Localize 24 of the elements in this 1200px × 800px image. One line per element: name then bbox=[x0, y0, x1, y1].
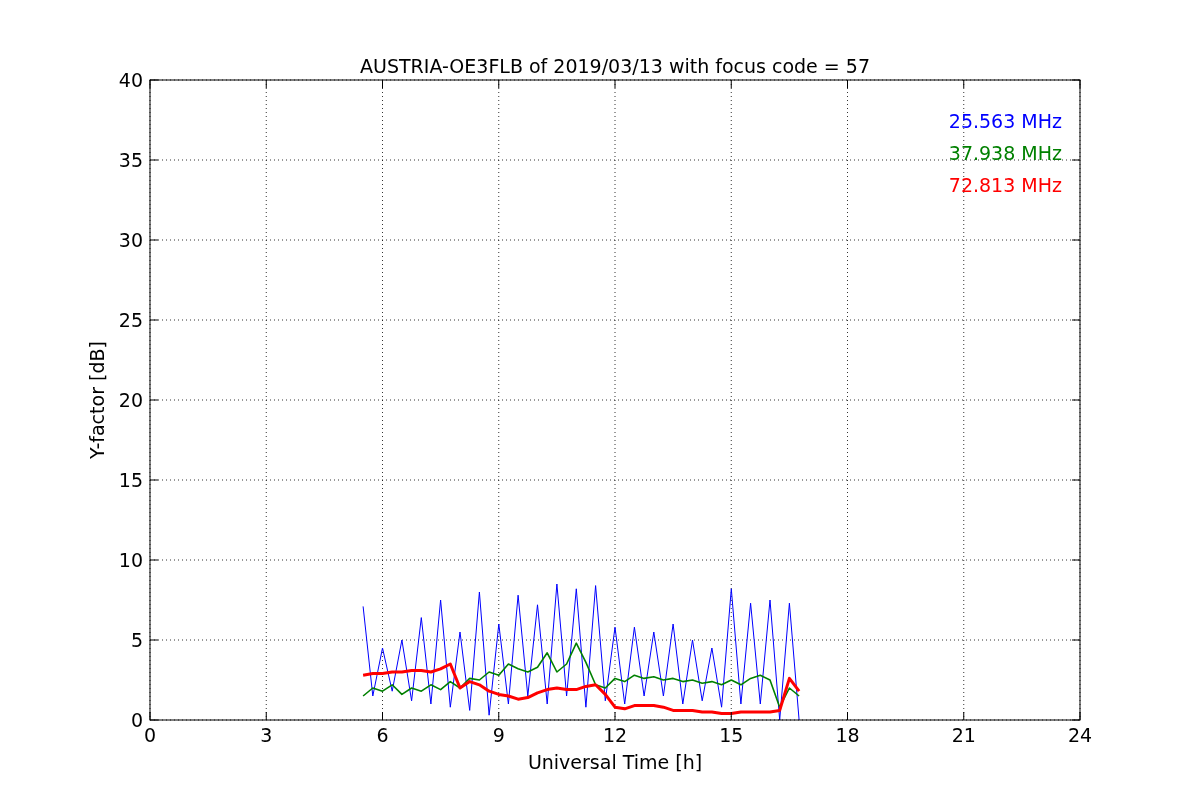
x-tick-label: 18 bbox=[835, 724, 860, 746]
x-tick-label: 0 bbox=[143, 724, 157, 746]
y-tick-label: 5 bbox=[130, 629, 143, 651]
x-tick-label: 24 bbox=[1067, 724, 1093, 746]
x-tick-label: 6 bbox=[376, 724, 389, 746]
x-tick-label: 12 bbox=[602, 724, 628, 746]
x-tick-label: 3 bbox=[260, 724, 273, 746]
y-tick-label: 0 bbox=[130, 709, 143, 731]
y-tick-label: 30 bbox=[118, 229, 143, 251]
y-axis-label: Y-factor [dB] bbox=[86, 341, 108, 459]
y-tick-label: 25 bbox=[118, 309, 143, 331]
chart-title: AUSTRIA-OE3FLB of 2019/03/13 with focus code = 57 bbox=[360, 55, 870, 77]
y-tick-label: 20 bbox=[118, 389, 143, 411]
y-tick-label: 40 bbox=[118, 69, 143, 91]
legend-label: 72.813 MHz bbox=[948, 174, 1062, 196]
y-tick-label: 35 bbox=[118, 149, 143, 171]
legend-label: 25.563 MHz bbox=[948, 110, 1062, 132]
x-tick-label: 21 bbox=[951, 724, 976, 746]
y-tick-label: 10 bbox=[118, 549, 143, 571]
y-tick-label: 15 bbox=[118, 469, 143, 491]
x-axis-label: Universal Time [h] bbox=[527, 751, 703, 773]
x-tick-label: 15 bbox=[719, 724, 744, 746]
x-tick-label: 9 bbox=[492, 724, 505, 746]
legend-label: 37.938 MHz bbox=[948, 142, 1062, 164]
